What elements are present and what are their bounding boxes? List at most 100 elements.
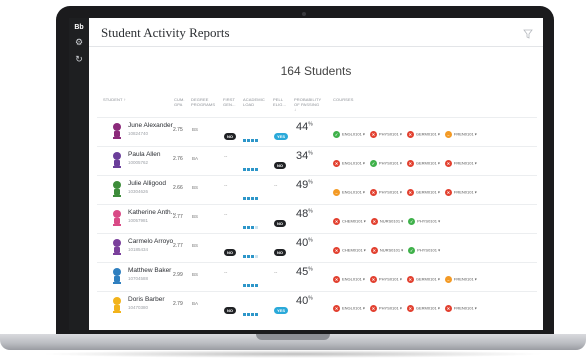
course-code: GERM0101 — [415, 160, 437, 166]
academic-load-meter — [243, 129, 259, 147]
course-code: PHYS0101 — [378, 189, 399, 195]
student-id: 10185434 — [128, 247, 149, 252]
course-code: ENGL0101 — [342, 189, 362, 195]
course-chip[interactable]: – FREN0101 ▾ — [444, 131, 477, 139]
pell-badge: NO — [274, 220, 286, 227]
student-name[interactable]: June Alexander — [128, 122, 173, 129]
status-dot-icon: ✕ — [369, 305, 377, 313]
table-row[interactable]: Matthew Baker 10704588 2.99 BS -- -- 45% ✕ ENGL0… — [97, 265, 537, 289]
course-chip[interactable]: ✕ GERM0101 ▾ — [406, 189, 440, 197]
load-segment — [243, 284, 246, 287]
course-chip[interactable]: ✕ CHEM0101 ▾ — [333, 247, 366, 255]
app-logo[interactable]: Bb — [69, 24, 89, 31]
course-chip[interactable]: – ENGL0101 ▾ — [333, 189, 365, 197]
col-degree[interactable]: DEGREE PROGRAMS — [191, 97, 215, 107]
student-name[interactable]: Katherine Anth... — [128, 209, 176, 216]
load-segment — [243, 255, 246, 258]
gpa-value: 2.79 — [173, 301, 183, 307]
course-chip[interactable]: ✓ PHYS0101 ▾ — [369, 160, 402, 168]
course-code: GERM0101 — [415, 189, 437, 195]
status-dot-icon: ✕ — [369, 276, 377, 284]
table-row[interactable]: Carmelo Arroyo 10185434 2.77 BS NO NO 40% ✕ CHEM… — [97, 236, 537, 260]
status-dot-icon: – — [444, 276, 452, 284]
status-dot-icon: ✕ — [406, 276, 414, 284]
table-row[interactable]: Katherine Anth... 10057981 2.77 BS -- NO 48% ✕ C… — [97, 207, 537, 231]
col-pell[interactable]: PELL ELIG... — [273, 97, 286, 107]
course-code: PHYS0101 — [378, 131, 399, 137]
status-dot-icon: ✓ — [408, 218, 416, 226]
course-chip[interactable]: ✓ PHYS0101 ▾ — [408, 218, 440, 226]
col-probability[interactable]: PROBABILITY OF PASSING ↓ — [294, 97, 321, 112]
course-chip[interactable]: – FREN0101 ▾ — [444, 276, 477, 284]
first-gen-badge: NO — [224, 133, 236, 140]
load-segment — [243, 139, 246, 142]
student-name[interactable]: Paula Allen — [128, 151, 161, 158]
gpa-value: 2.75 — [173, 127, 183, 133]
course-chip[interactable]: ✓ ENGL0101 ▾ — [333, 131, 365, 139]
course-code: FREN0101 — [453, 276, 474, 282]
refresh-icon[interactable]: ↻ — [69, 54, 89, 65]
gpa-value: 2.77 — [173, 243, 183, 249]
status-dot-icon: ✕ — [333, 218, 340, 226]
load-segment — [247, 313, 250, 316]
status-dot-icon: ✕ — [369, 189, 377, 197]
course-code: PHYS0101 — [417, 218, 437, 224]
row-divider — [97, 146, 537, 147]
course-chip[interactable]: ✕ PHYS0101 ▾ — [369, 305, 402, 313]
course-chip[interactable]: ✕ ENGL0101 ▾ — [333, 305, 365, 313]
course-code: ENGL0101 — [342, 131, 362, 137]
status-dot-icon: ✓ — [333, 131, 340, 139]
course-chip[interactable]: ✕ GERM0101 ▾ — [406, 160, 440, 168]
load-segment — [243, 197, 246, 200]
col-courses[interactable]: COURSES — [333, 97, 353, 102]
student-name[interactable]: Matthew Baker — [128, 267, 171, 274]
course-chip[interactable]: ✕ PHYS0101 ▾ — [369, 189, 402, 197]
student-name[interactable]: Julie Alligood — [128, 180, 166, 187]
degree-value: BS — [192, 272, 199, 277]
settings-icon[interactable]: ⚙ — [69, 37, 89, 48]
course-chip[interactable]: ✕ NURS0101 ▾ — [370, 218, 403, 226]
course-chip[interactable]: ✕ CHEM0101 ▾ — [333, 218, 366, 226]
table-row[interactable]: Paula Allen 10005762 2.76 BA -- NO 34% ✕ ENGL010… — [97, 149, 537, 173]
table-row[interactable]: Julie Alligood 10304626 2.66 BS -- -- 49% – ENGL… — [97, 178, 537, 202]
load-segment — [251, 255, 254, 258]
first-gen-badge: NO — [224, 249, 236, 256]
col-academic-load[interactable]: ACADEMIC LOAD — [243, 97, 265, 107]
load-segment — [255, 226, 258, 229]
course-chip[interactable]: ✕ FREN0101 ▾ — [444, 189, 477, 197]
pell-badge: NO — [274, 249, 286, 256]
course-chip[interactable]: ✕ GERM0101 ▾ — [406, 305, 440, 313]
course-chip[interactable]: ✕ GERM0101 ▾ — [406, 276, 440, 284]
col-gpa[interactable]: CUM. GPA — [174, 97, 185, 107]
course-chip[interactable]: ✕ NURS0101 ▾ — [370, 247, 403, 255]
table-row[interactable]: Doris Barber 10470380 2.79 BA NO YES 40% ✕ ENGL0… — [97, 294, 537, 318]
student-name[interactable]: Doris Barber — [128, 296, 164, 303]
status-dot-icon: ✕ — [444, 160, 452, 168]
course-chip[interactable]: ✕ PHYS0101 ▾ — [369, 131, 402, 139]
avatar — [111, 209, 123, 232]
title-bar: Student Activity Reports — [89, 18, 543, 47]
load-segment — [247, 255, 250, 258]
student-name[interactable]: Carmelo Arroyo — [128, 238, 173, 245]
course-chip[interactable]: ✕ GERM0101 ▾ — [406, 131, 440, 139]
academic-load-meter — [243, 303, 259, 321]
col-first-gen[interactable]: FIRST GEN... — [223, 97, 236, 107]
course-chip[interactable]: ✕ FREN0101 ▾ — [444, 305, 477, 313]
col-student[interactable]: STUDENT ↑ — [103, 97, 126, 102]
status-dot-icon: ✕ — [333, 247, 340, 255]
course-chip[interactable]: ✓ PHYS0101 ▾ — [408, 247, 440, 255]
first-gen-value: -- — [224, 183, 228, 189]
table-row[interactable]: June Alexander 10824740 2.75 BS NO YES 44% ✓ ENG… — [97, 120, 537, 144]
course-chip[interactable]: ✕ ENGL0101 ▾ — [333, 276, 365, 284]
probability-value: 45% — [296, 266, 313, 278]
probability-value: 49% — [296, 179, 313, 191]
course-chip[interactable]: ✕ FREN0101 ▾ — [444, 160, 477, 168]
degree-value: BS — [192, 243, 199, 248]
filter-icon[interactable] — [523, 26, 533, 44]
course-list: ✕ CHEM0101 ▾ ✕ NURS0101 ▾ ✓ PHYS0101 ▾ — [333, 242, 445, 260]
course-chip[interactable]: ✕ ENGL0101 ▾ — [333, 160, 365, 168]
status-dot-icon: ✕ — [444, 189, 452, 197]
course-chip[interactable]: ✕ PHYS0101 ▾ — [369, 276, 402, 284]
gpa-value: 2.77 — [173, 214, 183, 220]
probability-value: 44% — [296, 121, 313, 133]
